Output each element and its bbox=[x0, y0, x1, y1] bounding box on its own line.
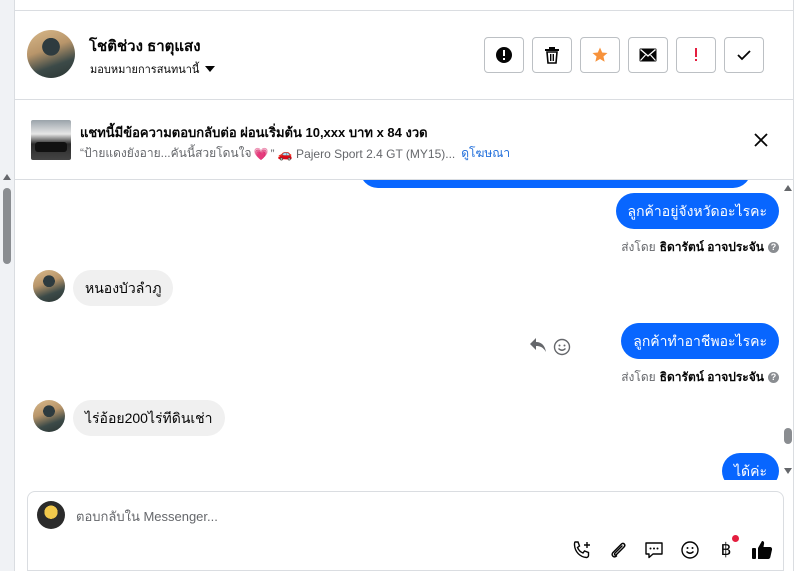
saved-replies-button[interactable] bbox=[643, 539, 665, 561]
exclamation-icon bbox=[695, 48, 697, 61]
page-scrollbar[interactable] bbox=[0, 0, 14, 571]
ad-thumbnail[interactable] bbox=[31, 120, 71, 160]
assign-conversation-dropdown[interactable]: มอบหมายการสนทนานี้ bbox=[90, 60, 216, 78]
smiley-icon bbox=[681, 541, 699, 559]
reply-input[interactable] bbox=[76, 506, 756, 526]
page-avatar bbox=[37, 501, 65, 529]
scroll-up-arrow[interactable] bbox=[3, 174, 11, 180]
call-request-button[interactable] bbox=[571, 539, 593, 561]
react-emoji-icon[interactable] bbox=[553, 338, 571, 361]
ad-subtitle: “ป้ายแดงยังอาย...คันนี้สวยโดนใจ 💗 ” 🚗 Pa… bbox=[80, 144, 510, 163]
scroll-down-arrow[interactable] bbox=[784, 468, 792, 474]
reply-composer: ฿ bbox=[27, 491, 784, 571]
check-icon bbox=[737, 50, 751, 61]
thread-scrollbar[interactable] bbox=[781, 180, 795, 480]
conversation-panel: โชติช่วง ธาตุแสง มอบหมายการสนทนานี้ แชทน… bbox=[14, 0, 794, 571]
alert-circle-icon bbox=[496, 47, 512, 63]
contact-avatar-small[interactable] bbox=[33, 400, 65, 432]
help-icon[interactable]: ? bbox=[768, 242, 779, 253]
ad-title: แชทนี้มีข้อความตอบกลับต่อ ผ่อนเริ่มต้น 1… bbox=[80, 125, 428, 140]
contact-name[interactable]: โชติช่วง ธาตุแสง bbox=[89, 34, 201, 58]
mark-done-button[interactable] bbox=[724, 37, 764, 73]
caret-down-icon bbox=[205, 66, 216, 72]
assign-label: มอบหมายการสนทนานี้ bbox=[90, 64, 200, 76]
message-thread[interactable]: ลูกค้าอยู่จังหวัดอะไรคะ ส่งโดย ธิดารัตน์… bbox=[15, 180, 779, 480]
attach-button[interactable] bbox=[607, 539, 629, 561]
message-bubble-outgoing[interactable]: ลูกค้าอยู่จังหวัดอะไรคะ bbox=[615, 193, 779, 229]
close-banner-button[interactable] bbox=[749, 128, 773, 152]
message-bubble-incoming[interactable]: หนองบัวลำภู bbox=[73, 270, 174, 306]
ad-subtitle-text: “ป้ายแดงยังอาย...คันนี้สวยโดนใจ bbox=[80, 146, 252, 160]
help-icon[interactable]: ? bbox=[768, 372, 779, 383]
heart-emoji: 💗 bbox=[253, 146, 269, 161]
emoji-button[interactable] bbox=[679, 539, 701, 561]
star-button[interactable] bbox=[580, 37, 620, 73]
contact-avatar-small[interactable] bbox=[33, 270, 65, 302]
view-ad-link[interactable]: ดูโฆษณา bbox=[461, 144, 510, 163]
reply-icon[interactable] bbox=[529, 337, 547, 358]
sent-by-name: ธิดารัตน์ อาจประจัน bbox=[659, 240, 764, 254]
report-button[interactable] bbox=[484, 37, 524, 73]
message-bubble-outgoing[interactable]: ลูกค้าทำอาชีพอะไรคะ bbox=[621, 323, 779, 359]
sent-by-label: ส่งโดย ธิดารัตน์ อาจประจัน ? bbox=[621, 238, 779, 257]
payment-request-button[interactable]: ฿ bbox=[715, 535, 739, 561]
message-bubble-incoming[interactable]: ไร่อ้อย200ไร่ทีดินเช่า bbox=[73, 400, 225, 436]
sent-by-name: ธิดารัตน์ อาจประจัน bbox=[659, 370, 764, 384]
header-actions bbox=[484, 37, 764, 73]
notification-dot bbox=[732, 535, 739, 542]
baht-icon: ฿ bbox=[720, 540, 732, 559]
ad-subtitle-text-rest: ” 🚗 Pajero Sport 2.4 GT (MY15)... bbox=[270, 146, 456, 161]
star-icon bbox=[592, 47, 608, 62]
composer-toolbar: ฿ bbox=[571, 535, 773, 561]
contact-avatar[interactable] bbox=[27, 30, 75, 78]
conversation-header: โชติช่วง ธาตุแสง มอบหมายการสนทนานี้ bbox=[15, 11, 793, 100]
sent-by-prefix: ส่งโดย bbox=[621, 240, 656, 254]
follow-up-button[interactable] bbox=[676, 37, 716, 73]
ad-context-banner: แชทนี้มีข้อความตอบกลับต่อ ผ่อนเริ่มต้น 1… bbox=[15, 100, 793, 180]
scrollbar-thumb[interactable] bbox=[3, 188, 11, 264]
sent-by-prefix: ส่งโดย bbox=[621, 370, 656, 384]
scroll-up-arrow[interactable] bbox=[784, 185, 792, 191]
message-bubble-outgoing-partial bbox=[360, 180, 751, 188]
close-icon bbox=[754, 133, 768, 147]
paperclip-icon bbox=[611, 542, 626, 558]
envelope-icon bbox=[639, 48, 657, 62]
phone-plus-icon bbox=[573, 541, 590, 559]
delete-button[interactable] bbox=[532, 37, 572, 73]
trash-icon bbox=[545, 47, 559, 64]
scrollbar-thumb[interactable] bbox=[784, 428, 792, 444]
thumbs-up-icon bbox=[752, 541, 773, 559]
like-button[interactable] bbox=[751, 539, 773, 561]
sent-by-label: ส่งโดย ธิดารัตน์ อาจประจัน ? bbox=[621, 368, 779, 387]
message-bubble-outgoing[interactable]: ได้ค่ะ bbox=[721, 453, 779, 480]
mark-unread-button[interactable] bbox=[628, 37, 668, 73]
chat-bubble-icon bbox=[645, 542, 663, 559]
